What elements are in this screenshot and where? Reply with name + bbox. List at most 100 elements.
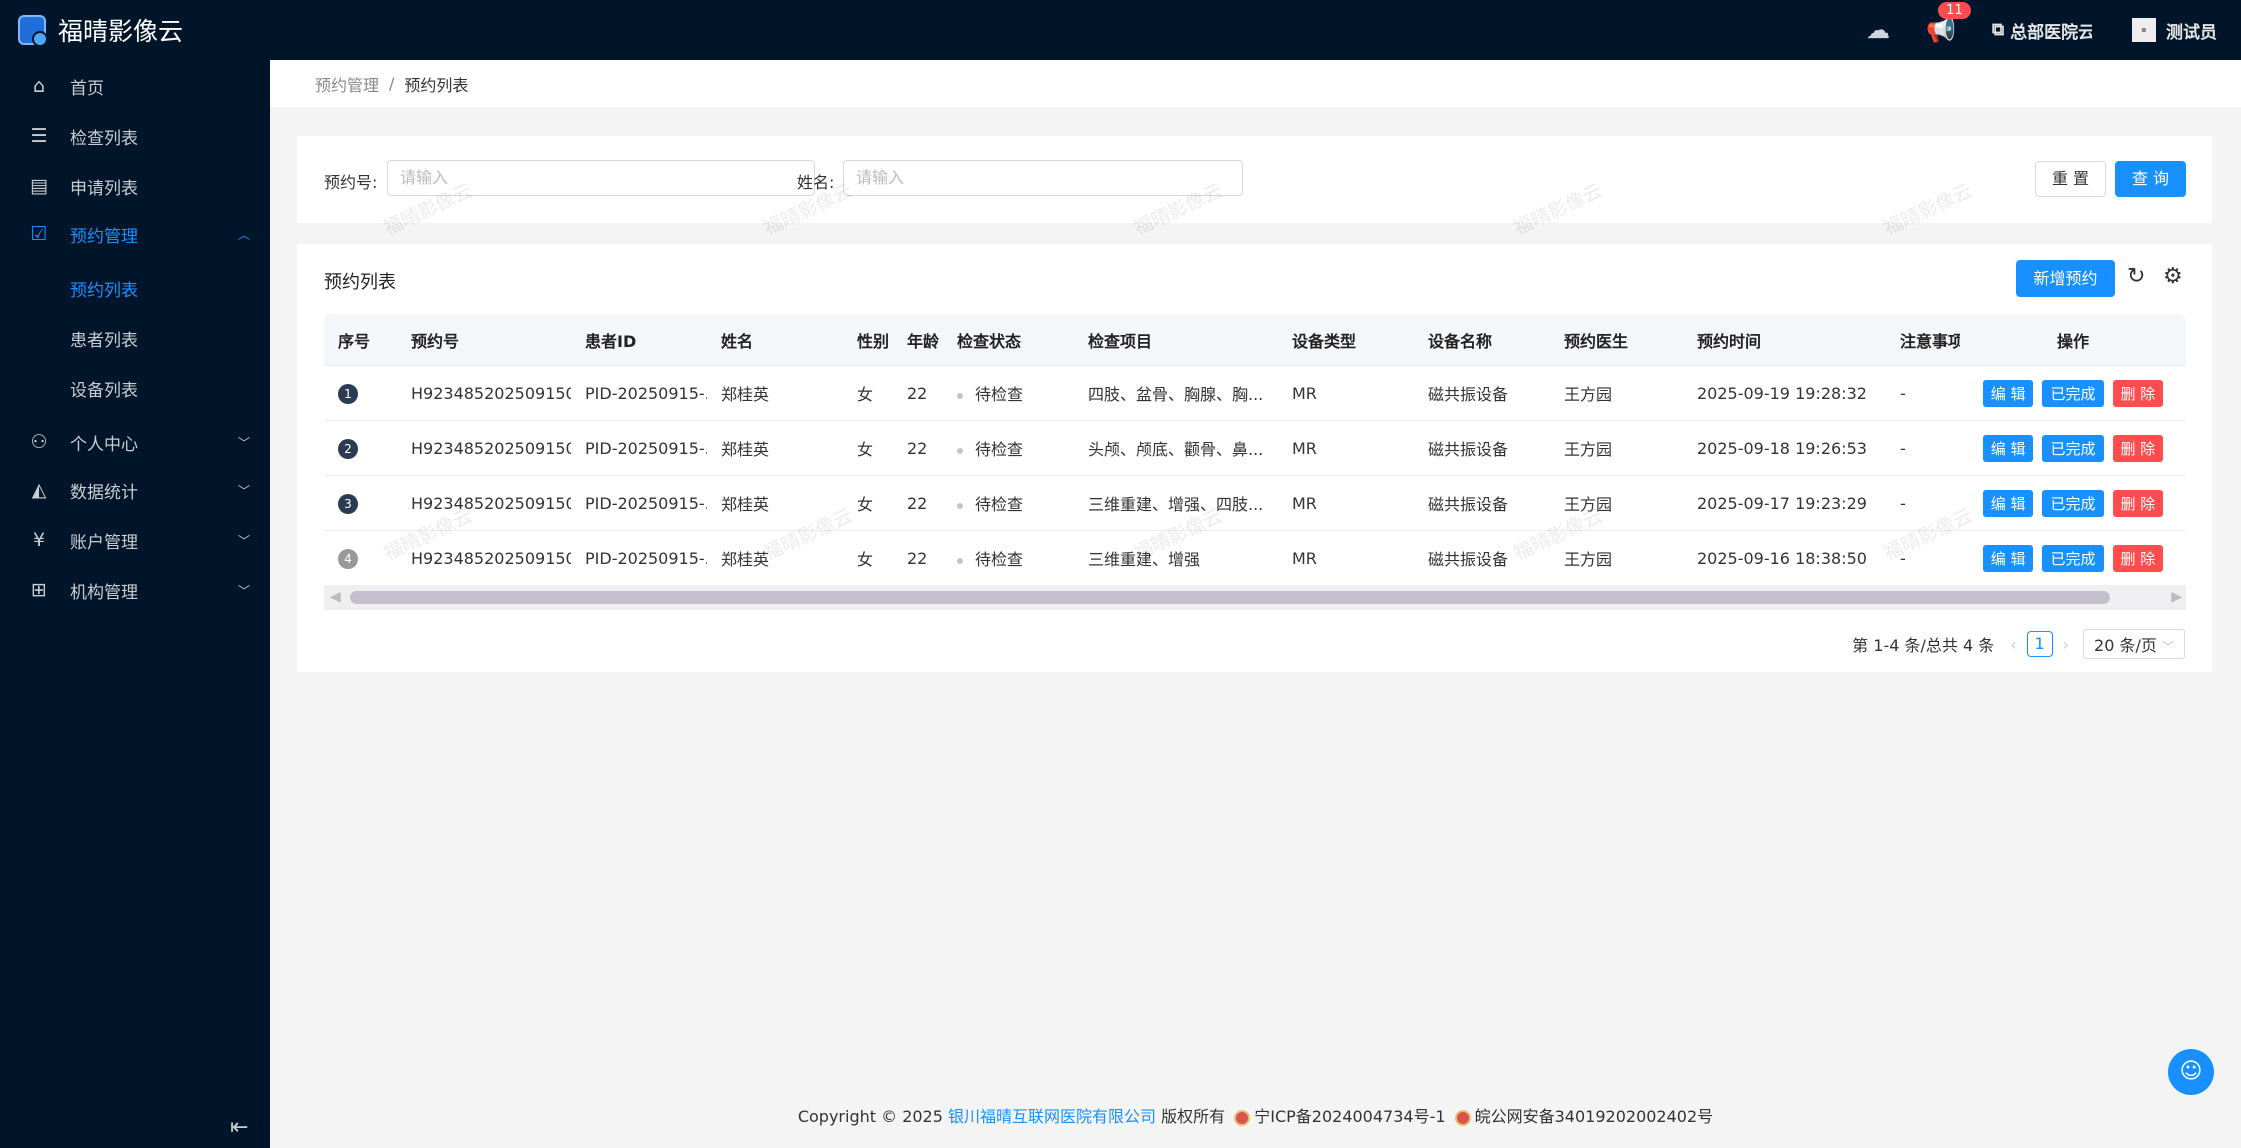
cell: 22 bbox=[893, 384, 943, 403]
sidebar-item-personal[interactable]: ⚇ 个人中心 ﹀ bbox=[0, 419, 270, 465]
edit-button[interactable]: 编 辑 bbox=[1982, 489, 2034, 517]
delete-button[interactable]: 删 除 bbox=[2112, 489, 2164, 517]
user-name[interactable]: 测试员 bbox=[2166, 18, 2217, 43]
sidebar-item-stats[interactable]: ◭ 数据统计 ﹀ bbox=[0, 467, 270, 513]
sidebar-item-appointment[interactable]: ☑ 预约管理 ︿ bbox=[0, 211, 270, 257]
cell: 磁共振设备 bbox=[1414, 491, 1550, 515]
name-input[interactable]: 请输入 bbox=[843, 160, 1243, 196]
cell: 三维重建、增强、四肢... bbox=[1074, 491, 1278, 515]
cell: MR bbox=[1278, 549, 1414, 568]
cell-dname: 磁共振设备 bbox=[1428, 440, 1509, 459]
notification-icon[interactable]: 📢 11 bbox=[1926, 2, 1971, 44]
cell-items: 头颅、颅底、颧骨、鼻... bbox=[1088, 440, 1264, 459]
page-1[interactable]: 1 bbox=[2026, 631, 2053, 657]
scroll-right-icon[interactable]: ▶ bbox=[2171, 589, 2182, 605]
cell: 郑桂英 bbox=[707, 381, 843, 405]
sidebar-subitem-patient-list[interactable]: 患者列表 bbox=[70, 326, 138, 351]
refresh-icon[interactable]: ↻ bbox=[2127, 264, 2145, 289]
chat-icon: ☺ bbox=[2179, 1059, 2203, 1084]
complete-button[interactable]: 已完成 bbox=[2042, 379, 2104, 407]
name-label: 姓名: bbox=[797, 173, 835, 192]
cell: 王方园 bbox=[1550, 381, 1683, 405]
sidebar-item-account[interactable]: ¥ 账户管理 ﹀ bbox=[0, 517, 270, 563]
police-emblem-icon bbox=[1454, 1109, 1471, 1126]
cell: H92348520250915003 bbox=[397, 494, 571, 513]
cell-dname: 磁共振设备 bbox=[1428, 385, 1509, 404]
footer: Copyright © 2025 银川福晴互联网医院有限公司 版权所有 宁ICP… bbox=[270, 1103, 2241, 1127]
icp-link[interactable]: 宁ICP备2024004734号-1 bbox=[1254, 1107, 1445, 1126]
reset-button[interactable]: 重 置 bbox=[2035, 161, 2106, 197]
home-icon: ⌂ bbox=[32, 75, 46, 97]
cell-pid: PID-20250915-... bbox=[585, 548, 707, 568]
complete-button[interactable]: 已完成 bbox=[2042, 544, 2104, 572]
cell: PID-20250915-... bbox=[571, 494, 707, 513]
column-header: 预约医生 bbox=[1564, 331, 1629, 351]
add-appointment-button[interactable]: 新增预约 bbox=[2016, 260, 2115, 297]
sidebar-item-request-list[interactable]: ▤ 申请列表 bbox=[0, 163, 270, 209]
column-header: 设备名称 bbox=[1428, 331, 1493, 351]
row-index: 1 bbox=[324, 383, 397, 404]
cell-name: 郑桂英 bbox=[721, 440, 770, 459]
delete-button[interactable]: 删 除 bbox=[2112, 379, 2164, 407]
column-header[interactable]: 设备类型 bbox=[1278, 328, 1414, 352]
logo[interactable]: 福晴影像云 bbox=[18, 12, 183, 48]
chat-button[interactable]: ☺ bbox=[2168, 1049, 2214, 1095]
scrollbar-thumb[interactable] bbox=[350, 591, 2110, 604]
column-header: 操作 bbox=[2056, 331, 2089, 351]
cell-dtype: MR bbox=[1292, 548, 1317, 568]
delete-button[interactable]: 删 除 bbox=[2112, 434, 2164, 462]
settings-icon[interactable]: ⚙ bbox=[2163, 264, 2183, 289]
chevron-down-icon: ﹀ bbox=[237, 435, 250, 450]
sidebar-subitem-device-list[interactable]: 设备列表 bbox=[70, 376, 138, 401]
sidebar-item-label: 申请列表 bbox=[70, 178, 138, 199]
complete-button[interactable]: 已完成 bbox=[2042, 489, 2104, 517]
sidebar-item-exam-list[interactable]: ☰ 检查列表 bbox=[0, 113, 270, 159]
query-button[interactable]: 查 询 bbox=[2115, 161, 2186, 197]
column-header: 年龄 bbox=[907, 331, 940, 351]
police-record-link[interactable]: 皖公网安备34019202002402号 bbox=[1475, 1107, 1714, 1126]
cell: MR bbox=[1278, 494, 1414, 513]
cloud-upload-icon[interactable]: ☁ bbox=[1866, 16, 1890, 44]
scroll-left-icon[interactable]: ◀ bbox=[330, 589, 341, 605]
next-page-icon[interactable]: › bbox=[2063, 635, 2069, 654]
page-size-select[interactable]: 20 条/页 ﹀ bbox=[2083, 629, 2185, 659]
cell-age: 22 bbox=[907, 383, 928, 403]
cell-note: - bbox=[1900, 383, 1906, 403]
menu-fold-icon[interactable]: ⇤ bbox=[230, 1115, 248, 1140]
cell: 头颅、颅底、颧骨、鼻... bbox=[1074, 436, 1278, 460]
cell-time: 2025-09-16 18:38:50 bbox=[1697, 548, 1867, 568]
sidebar-item-label: 数据统计 bbox=[70, 482, 138, 503]
company-link[interactable]: 银川福晴互联网医院有限公司 bbox=[948, 1107, 1156, 1126]
cell: 郑桂英 bbox=[707, 436, 843, 460]
sidebar-item-label: 首页 bbox=[70, 78, 104, 99]
avatar[interactable]: ▪ bbox=[2132, 18, 2156, 42]
form-icon: ▤ bbox=[30, 175, 48, 197]
sidebar-subitem-appointment-list[interactable]: 预约列表 bbox=[70, 276, 138, 301]
complete-button[interactable]: 已完成 bbox=[2042, 434, 2104, 462]
prev-page-icon[interactable]: ‹ bbox=[2010, 635, 2016, 654]
cell: 待检查 bbox=[943, 491, 1074, 515]
cell: H92348520250915005 bbox=[397, 384, 571, 403]
chevron-down-icon: ﹀ bbox=[237, 583, 250, 598]
sidebar-item-org[interactable]: ⊞ 机构管理 ﹀ bbox=[0, 567, 270, 613]
cell: H92348520250915002 bbox=[397, 549, 571, 568]
row-actions: 编 辑已完成删 除 bbox=[1960, 434, 2186, 462]
column-header[interactable]: 预约时间 bbox=[1683, 328, 1886, 352]
column-header: 性别 bbox=[857, 331, 890, 351]
cell-time: 2025-09-18 19:26:53 bbox=[1697, 438, 1867, 458]
edit-button[interactable]: 编 辑 bbox=[1982, 544, 2034, 572]
cell-appt: H92348520250915003 bbox=[411, 493, 571, 513]
cell: 2025-09-16 18:38:50 bbox=[1683, 549, 1886, 568]
horizontal-scrollbar[interactable]: ◀ ▶ bbox=[324, 586, 2186, 610]
cell-idx: 4 bbox=[338, 548, 358, 569]
sidebar-item-home[interactable]: ⌂ 首页 bbox=[0, 63, 270, 109]
org-switcher[interactable]: ⧉总部医院云技术 bbox=[1992, 18, 2092, 43]
edit-button[interactable]: 编 辑 bbox=[1982, 379, 2034, 407]
cell-time: 2025-09-19 19:28:32 bbox=[1697, 383, 1867, 403]
cell-status: 待检查 bbox=[975, 385, 1024, 404]
edit-button[interactable]: 编 辑 bbox=[1982, 434, 2034, 462]
breadcrumb-parent[interactable]: 预约管理 bbox=[315, 72, 379, 96]
delete-button[interactable]: 删 除 bbox=[2112, 544, 2164, 572]
appt-no-input[interactable]: 请输入 bbox=[387, 160, 815, 196]
appstore-icon: ⊞ bbox=[31, 579, 47, 601]
